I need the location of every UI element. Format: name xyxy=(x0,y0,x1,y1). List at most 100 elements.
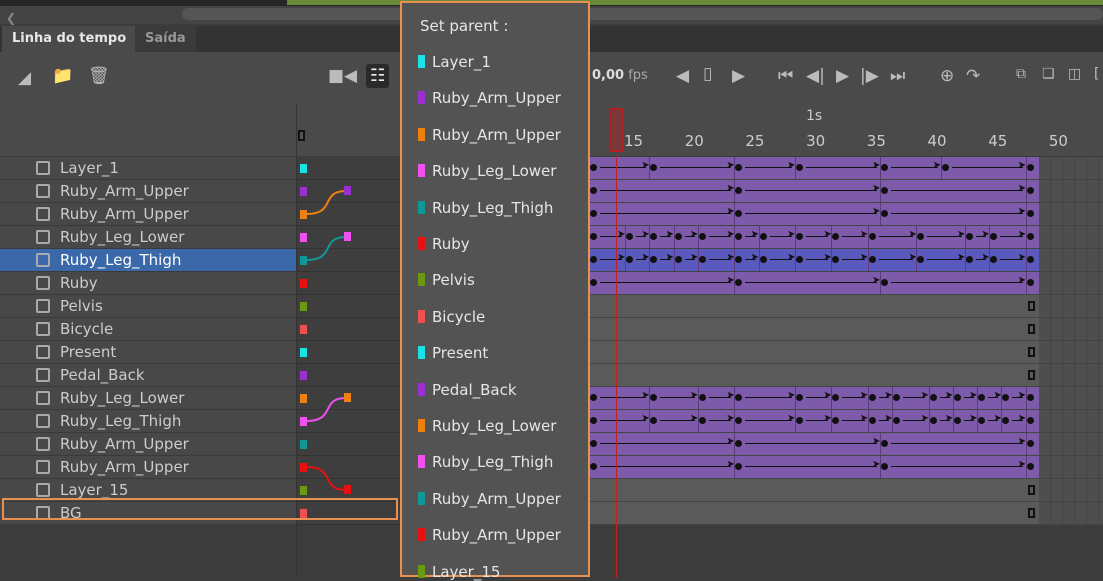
empty-frames[interactable] xyxy=(1038,387,1103,409)
parent-swatch[interactable] xyxy=(344,393,351,402)
delete-icon[interactable]: 🗑 xyxy=(88,66,110,86)
layer-row[interactable]: Ruby_Arm_Upper xyxy=(0,433,296,456)
blank-keyframe[interactable] xyxy=(1027,508,1035,518)
layer-row[interactable]: Layer_1 xyxy=(0,157,296,180)
empty-frames[interactable] xyxy=(1038,433,1103,455)
parent-option[interactable]: Ruby_Arm_Upper xyxy=(418,490,561,508)
empty-frames[interactable] xyxy=(1038,272,1103,294)
tween-span[interactable] xyxy=(590,456,1039,478)
step-forward-icon[interactable]: |▶ xyxy=(860,66,879,86)
play-icon[interactable]: ▶ xyxy=(836,66,849,86)
parent-option[interactable]: Bicycle xyxy=(418,308,485,326)
layer-row[interactable]: Ruby_Arm_Upper xyxy=(0,203,296,226)
keyframe[interactable] xyxy=(929,394,937,401)
step-back-icon[interactable]: ◀| xyxy=(806,66,825,86)
fps-value[interactable]: 0,00 xyxy=(592,68,624,83)
prev-keyframe-icon[interactable]: ◀ xyxy=(676,66,689,86)
parent-option[interactable]: Ruby_Leg_Lower xyxy=(418,162,556,180)
keyframe[interactable] xyxy=(698,394,706,401)
keyframe[interactable] xyxy=(759,256,767,263)
tween-span[interactable] xyxy=(590,433,1039,455)
keyframe[interactable] xyxy=(1026,210,1034,217)
frame-track[interactable]: ➤ ➤ ➤ xyxy=(589,272,1103,295)
keyframe[interactable] xyxy=(674,233,682,240)
parent-option[interactable]: Ruby_Leg_Thigh xyxy=(418,199,553,217)
camera-icon[interactable]: ■◀ xyxy=(328,66,357,86)
empty-frames[interactable] xyxy=(1038,249,1103,271)
scrollbar-thumb[interactable] xyxy=(182,8,1103,20)
frame-track[interactable] xyxy=(590,502,1103,525)
keyframe[interactable] xyxy=(880,210,888,217)
keyframe[interactable] xyxy=(795,164,803,171)
keyframe[interactable] xyxy=(1026,187,1034,194)
keyframe[interactable] xyxy=(795,233,803,240)
keyframe[interactable] xyxy=(953,394,961,401)
keyframe[interactable] xyxy=(880,187,888,194)
next-keyframe-icon[interactable]: ▶ xyxy=(732,66,745,86)
tab-timeline[interactable]: Linha do tempo xyxy=(2,26,137,52)
parent-option[interactable]: Ruby_Leg_Thigh xyxy=(418,453,553,471)
empty-frames[interactable] xyxy=(1038,502,1103,524)
keyframe[interactable] xyxy=(1026,279,1034,286)
layer-row[interactable]: Ruby_Arm_Upper xyxy=(0,456,296,479)
empty-frames[interactable] xyxy=(1038,410,1103,432)
keyframe[interactable] xyxy=(795,394,803,401)
parent-option[interactable]: Ruby xyxy=(418,235,470,253)
keyframe[interactable] xyxy=(589,164,597,171)
keyframe[interactable] xyxy=(1026,164,1034,171)
parenting-icon[interactable]: ☷ xyxy=(366,64,390,88)
keyframe[interactable] xyxy=(1026,256,1034,263)
tween-span[interactable] xyxy=(590,157,1039,179)
frame-mode-icon[interactable]: [ xyxy=(1094,66,1099,82)
parent-swatch[interactable] xyxy=(344,186,351,195)
keyframe[interactable] xyxy=(795,417,803,424)
frame-track[interactable]: ➤ ➤ ➤ ➤ ➤ ➤ ➤ ➤ ➤ ➤ ➤ ➤ xyxy=(589,387,1103,410)
frame-track[interactable] xyxy=(590,479,1103,502)
parent-option[interactable]: Present xyxy=(418,344,488,362)
keyframe[interactable] xyxy=(978,417,986,424)
empty-frames[interactable] xyxy=(1038,341,1103,363)
center-frame-icon[interactable]: ⊕ xyxy=(940,66,954,86)
tab-output[interactable]: Saída xyxy=(135,26,196,52)
frame-track[interactable] xyxy=(590,341,1103,364)
parent-option[interactable]: Ruby_Arm_Upper xyxy=(418,89,561,107)
layer-row[interactable]: Ruby_Leg_Thigh xyxy=(0,249,296,272)
layer-row[interactable]: Ruby_Leg_Lower xyxy=(0,387,296,410)
blank-keyframe[interactable] xyxy=(1027,301,1035,311)
keyframe[interactable] xyxy=(1026,440,1034,447)
parent-option[interactable]: Layer_1 xyxy=(418,53,491,71)
keyframe[interactable] xyxy=(698,233,706,240)
keyframe[interactable] xyxy=(589,187,597,194)
keyframe[interactable] xyxy=(880,164,888,171)
keyframe[interactable] xyxy=(589,440,597,447)
onion-outline-icon[interactable]: ❏ xyxy=(1042,66,1055,82)
frame-track[interactable] xyxy=(590,318,1103,341)
parent-swatch[interactable] xyxy=(344,232,351,241)
empty-frames[interactable] xyxy=(1038,456,1103,478)
keyframe[interactable] xyxy=(698,417,706,424)
parent-option[interactable]: Pelvis xyxy=(418,271,475,289)
keyframe[interactable] xyxy=(978,394,986,401)
blank-keyframe[interactable] xyxy=(1027,324,1035,334)
keyframe[interactable] xyxy=(589,210,597,217)
layer-row[interactable]: Present xyxy=(0,341,296,364)
keyframe[interactable] xyxy=(868,256,876,263)
keyframe[interactable] xyxy=(941,164,949,171)
keyframe[interactable] xyxy=(965,233,973,240)
frame-track[interactable]: ➤ ➤ ➤ xyxy=(589,180,1103,203)
keyframe[interactable] xyxy=(589,463,597,470)
blank-keyframe[interactable] xyxy=(1027,347,1035,357)
static-span[interactable] xyxy=(590,341,1039,363)
empty-frames[interactable] xyxy=(1038,203,1103,225)
frame-track[interactable]: ➤ ➤ ➤ ➤ ➤ ➤ ➤ ➤ ➤ ➤ ➤ ➤ ➤ xyxy=(589,226,1103,249)
keyframe[interactable] xyxy=(880,440,888,447)
keyframe[interactable] xyxy=(795,256,803,263)
onion-skin-icon[interactable]: ⧉ xyxy=(1016,66,1026,82)
keyframe[interactable] xyxy=(589,417,597,424)
keyframe[interactable] xyxy=(965,256,973,263)
parent-option[interactable]: Ruby_Leg_Lower xyxy=(418,417,556,435)
first-frame-icon[interactable]: ⏮ xyxy=(778,66,793,86)
keyframe[interactable] xyxy=(880,463,888,470)
keyframe[interactable] xyxy=(589,394,597,401)
frame-track[interactable]: ➤ ➤ ➤ ➤ ➤ ➤ ➤ ➤ ➤ ➤ ➤ ➤ ➤ xyxy=(589,249,1103,272)
